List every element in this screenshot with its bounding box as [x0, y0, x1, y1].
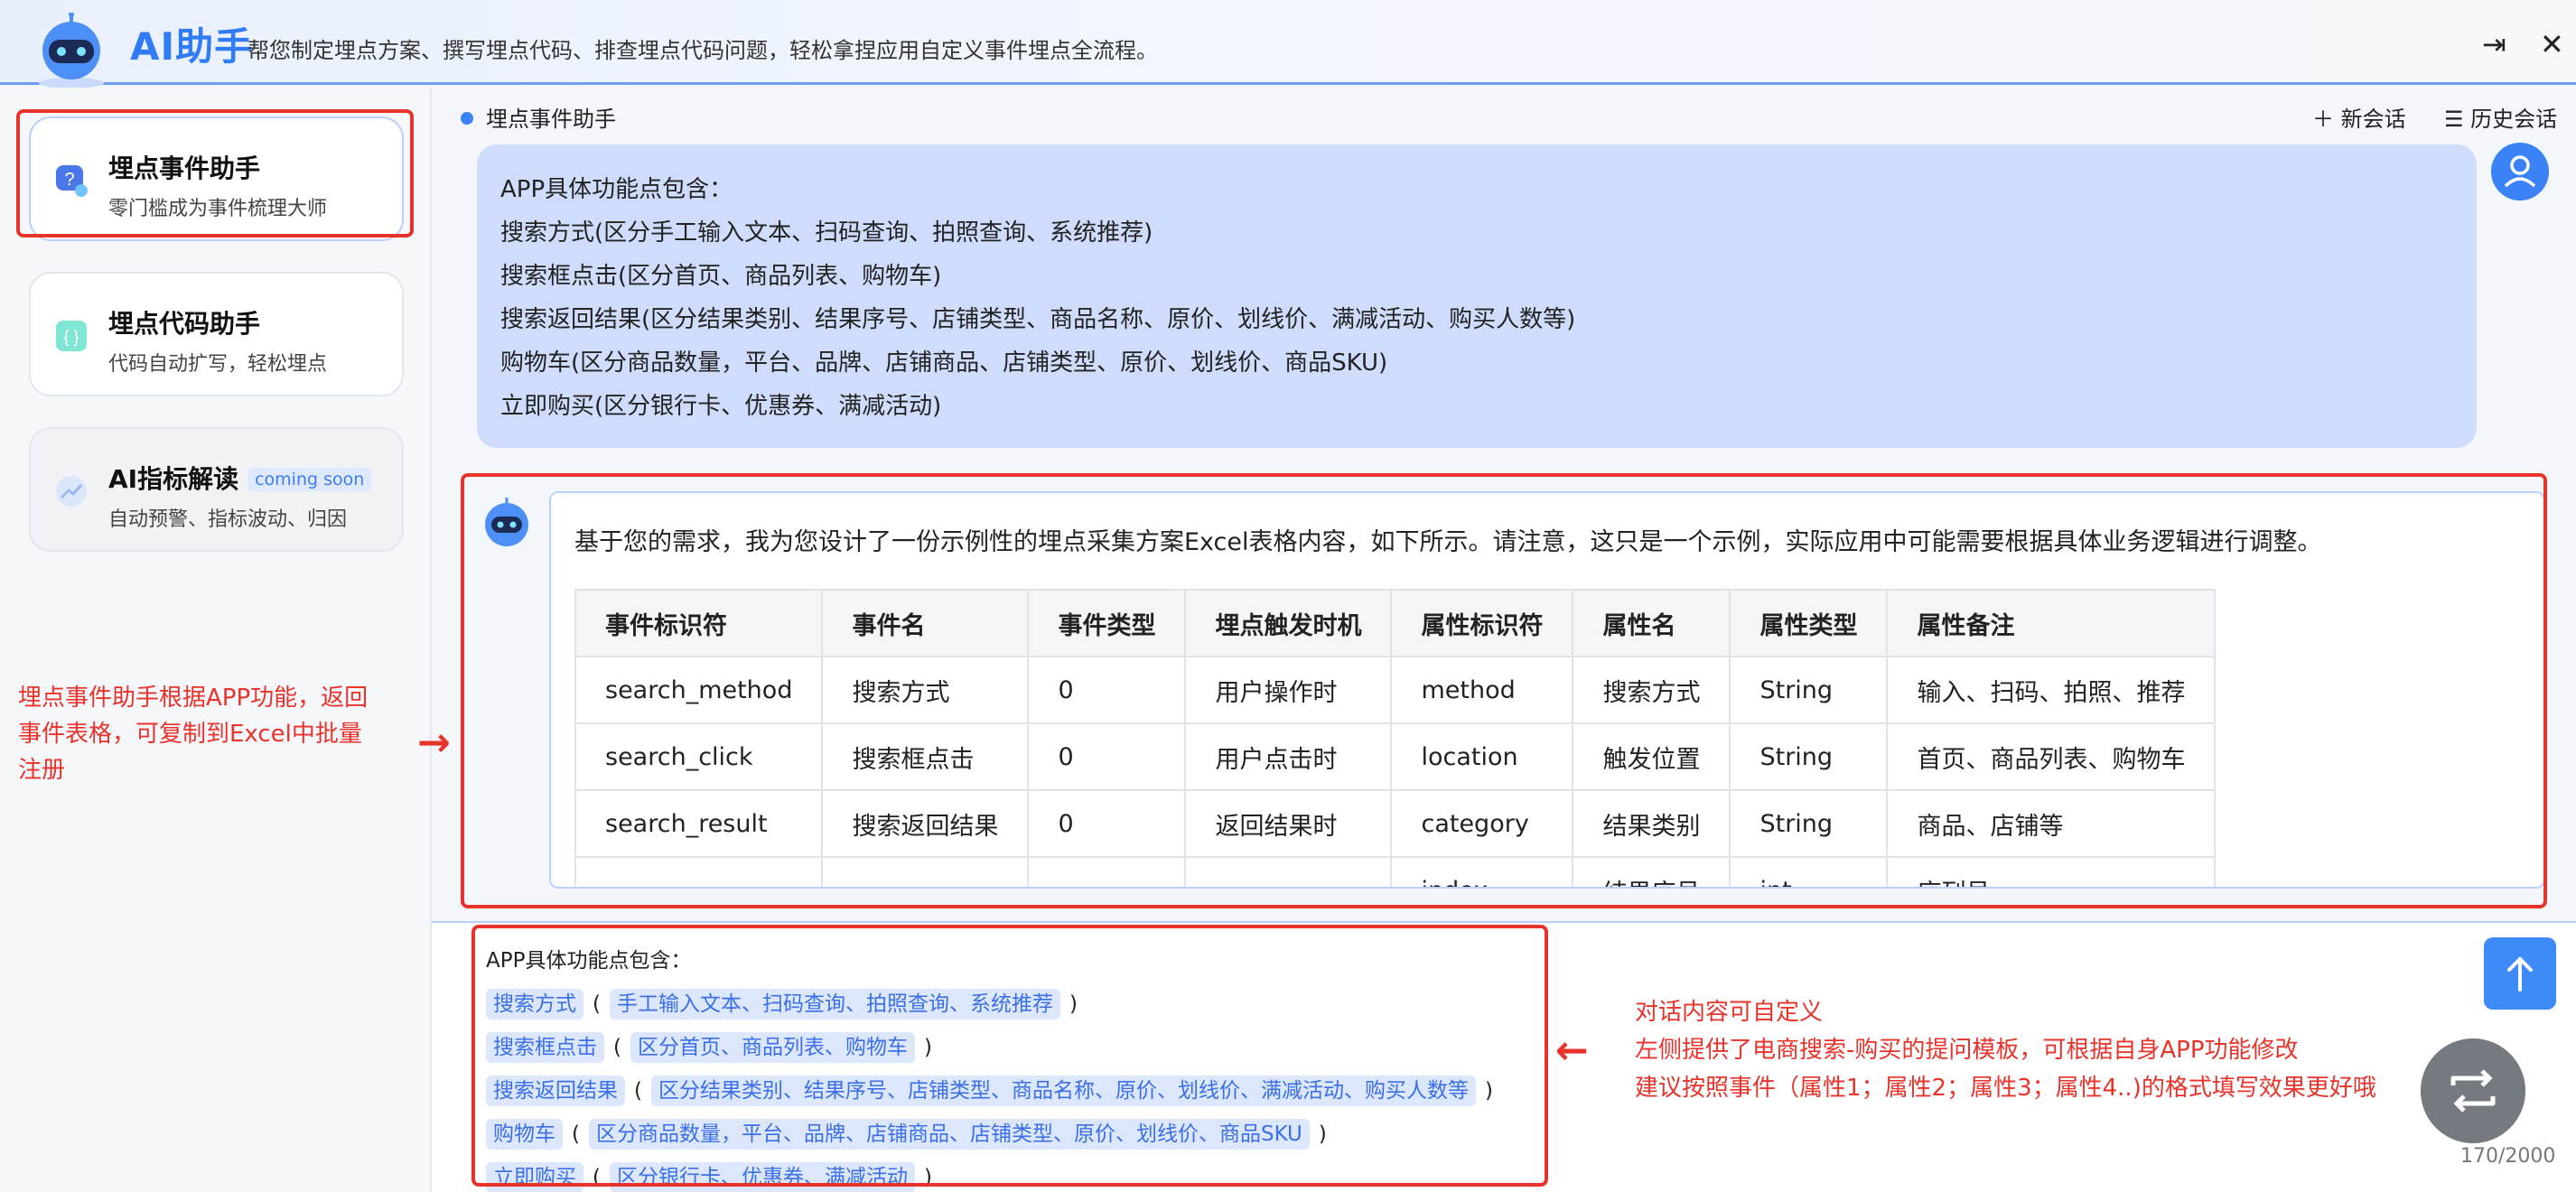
- char-counter: 170/2000: [2460, 1145, 2556, 1168]
- user-message-line: 搜索方式(区分手工输入文本、扫码查询、拍照查询、系统推荐): [500, 219, 1153, 247]
- highlight-box-event-assistant: [16, 109, 414, 237]
- code-braces-icon: { }: [56, 321, 87, 351]
- annotation-line: 埋点事件助手根据APP功能，返回: [18, 684, 369, 712]
- brand-subtitle: 帮您制定埋点方案、撰写埋点代码、排查埋点代码问题，轻松拿捏应用自定义事件埋点全流…: [247, 38, 1158, 63]
- annotation-line: 左侧提供了电商搜索-购买的提问模板，可根据自身APP功能修改: [1635, 1037, 2299, 1064]
- sidebar-item-subtitle: 自动预警、指标波动、归因: [108, 508, 348, 531]
- svg-text:{ }: { }: [63, 328, 79, 346]
- annotation-arrow-left-icon: ←: [1555, 1028, 1589, 1074]
- app-header: AI助手 帮您制定埋点方案、撰写埋点代码、排查埋点代码问题，轻松拿捏应用自定义事…: [0, 0, 2576, 88]
- collapse-icon[interactable]: ⇥: [2482, 27, 2506, 61]
- sidebar-item-subtitle: 代码自动扩写，轻松埋点: [108, 353, 328, 376]
- plus-icon: ＋: [2312, 107, 2341, 132]
- user-message-line: 搜索框点击(区分首页、商品列表、购物车): [500, 263, 942, 290]
- user-avatar-icon: [2491, 143, 2549, 200]
- history-list-icon: ☰: [2444, 107, 2471, 132]
- new-chat-label: 新会话: [2340, 107, 2406, 132]
- status-dot-icon: [461, 112, 473, 125]
- highlight-box-input: [471, 925, 1548, 1187]
- annotation-line: 对话内容可自定义: [1635, 999, 1824, 1026]
- sidebar: ? 埋点事件助手 零门槛成为事件梳理大师 { } 埋点代码助手 代码自动扩写，轻…: [0, 88, 451, 1192]
- brand-title: AI助手: [130, 24, 254, 69]
- assistant-name: 埋点事件助手: [486, 107, 616, 132]
- close-icon[interactable]: ✕: [2540, 27, 2564, 61]
- history-button[interactable]: ☰ 历史会话: [2444, 101, 2557, 133]
- robot-logo-icon: [39, 13, 104, 88]
- user-message-line: APP具体功能点包含：: [500, 176, 733, 203]
- trend-chart-icon: [56, 476, 87, 507]
- user-message-line: 购物车(区分商品数量，平台、品牌、店铺商品、店铺类型、原价、划线价、商品SKU): [500, 349, 1388, 377]
- annotation-line: 事件表格，可复制到Excel中批量: [18, 721, 362, 748]
- annotation-line: 建议按照事件（属性1；属性2；属性3；属性4..)的格式填写效果更好哦: [1635, 1075, 2376, 1102]
- user-message-line: 搜索返回结果(区分结果类别、结果序号、店铺类型、商品名称、原价、划线价、满减活动…: [500, 306, 1576, 333]
- annotation-line: 注册: [18, 757, 66, 784]
- new-chat-button[interactable]: ＋ 新会话: [2312, 101, 2406, 133]
- sidebar-annotation: 埋点事件助手根据APP功能，返回 事件表格，可复制到Excel中批量 注册: [18, 680, 368, 788]
- coming-soon-badge: coming soon: [247, 468, 372, 491]
- sidebar-item-title: AI指标解读 coming soon: [108, 460, 372, 496]
- user-message-bubble: APP具体功能点包含： 搜索方式(区分手工输入文本、扫码查询、拍照查询、系统推荐…: [477, 144, 2477, 448]
- user-message-line: 立即购买(区分银行卡、优惠券、满减活动): [500, 393, 942, 420]
- send-arrow-icon[interactable]: [2484, 937, 2556, 1010]
- highlight-box-bot-response: [461, 473, 2547, 908]
- sidebar-item-title-text: AI指标解读: [108, 464, 239, 494]
- sidebar-item-code-assistant[interactable]: { } 埋点代码助手 代码自动扩写，轻松埋点: [29, 272, 404, 396]
- sidebar-item-ai-metrics[interactable]: AI指标解读 coming soon 自动预警、指标波动、归因: [29, 427, 404, 552]
- input-annotation: 对话内容可自定义 左侧提供了电商搜索-购买的提问模板，可根据自身APP功能修改 …: [1635, 993, 2376, 1107]
- switch-repeat-icon[interactable]: [2421, 1038, 2525, 1143]
- assistant-title: 埋点事件助手: [461, 101, 616, 133]
- sidebar-item-title: 埋点代码助手: [108, 309, 261, 339]
- annotation-arrow-right-icon: →: [417, 720, 451, 766]
- history-label: 历史会话: [2470, 107, 2558, 132]
